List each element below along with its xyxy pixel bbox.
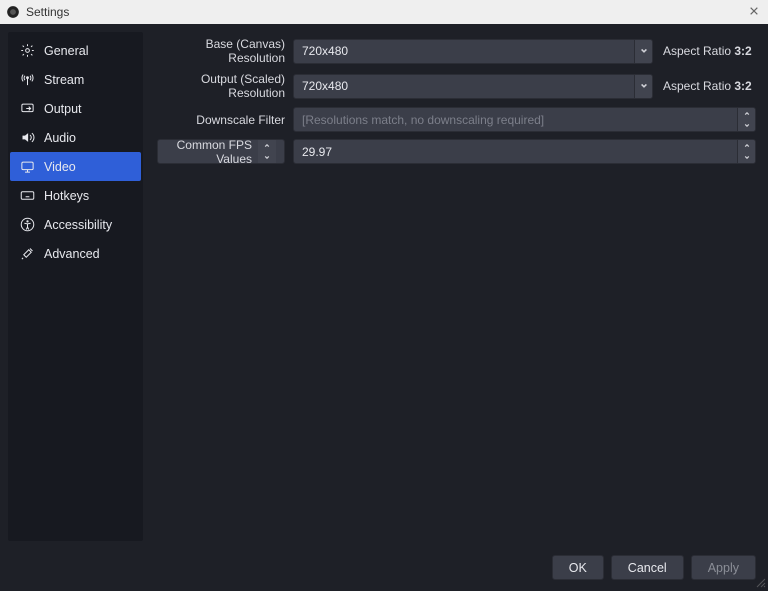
output-resolution-value: 720x480 (294, 79, 634, 93)
fps-value-dropdown[interactable]: 29.97 (293, 139, 756, 164)
base-aspect-ratio: Aspect Ratio 3:2 (661, 44, 756, 58)
downscale-filter-dropdown[interactable]: [Resolutions match, no downscaling requi… (293, 107, 756, 132)
cancel-button[interactable]: Cancel (611, 555, 684, 580)
chevron-up-icon[interactable] (258, 140, 276, 152)
sidebar-item-audio[interactable]: Audio (10, 123, 141, 152)
speaker-icon (20, 130, 35, 145)
video-settings-panel: Base (Canvas) Resolution 720x480 Aspect … (155, 32, 760, 541)
base-resolution-dropdown[interactable]: 720x480 (293, 39, 653, 64)
base-resolution-value: 720x480 (294, 44, 634, 58)
ok-button[interactable]: OK (552, 555, 604, 580)
sidebar-item-label: Audio (44, 131, 76, 145)
chevron-down-icon[interactable] (738, 152, 755, 164)
title-bar: Settings (0, 0, 768, 24)
sidebar-item-general[interactable]: General (10, 36, 141, 65)
chevron-down-icon[interactable] (634, 40, 652, 63)
window-title: Settings (26, 5, 69, 19)
app-icon (6, 5, 20, 19)
sidebar-item-label: Advanced (44, 247, 100, 261)
downscale-filter-value: [Resolutions match, no downscaling requi… (294, 113, 737, 127)
sidebar-item-label: Hotkeys (44, 189, 89, 203)
broadcast-icon (20, 72, 35, 87)
sidebar-item-label: Stream (44, 73, 84, 87)
close-icon[interactable] (746, 5, 762, 19)
chevron-up-icon[interactable] (738, 140, 755, 152)
sidebar-item-label: Accessibility (44, 218, 112, 232)
accessibility-icon (20, 217, 35, 232)
sidebar-item-video[interactable]: Video (10, 152, 141, 181)
dialog-footer: OK Cancel Apply (0, 549, 768, 589)
fps-value: 29.97 (294, 145, 737, 159)
base-resolution-label: Base (Canvas) Resolution (155, 37, 285, 65)
tools-icon (20, 246, 35, 261)
sidebar-item-hotkeys[interactable]: Hotkeys (10, 181, 141, 210)
sidebar-item-label: Output (44, 102, 82, 116)
downscale-filter-label: Downscale Filter (155, 113, 285, 127)
sidebar-item-label: General (44, 44, 88, 58)
sidebar-item-label: Video (44, 160, 76, 174)
keyboard-icon (20, 188, 35, 203)
fps-mode-dropdown[interactable]: Common FPS Values (157, 139, 285, 164)
chevron-down-icon[interactable] (258, 152, 276, 164)
resize-grip[interactable] (756, 577, 766, 587)
spin-buttons[interactable] (737, 108, 755, 131)
display-icon (20, 159, 35, 174)
output-resolution-label: Output (Scaled) Resolution (155, 72, 285, 100)
sidebar-item-stream[interactable]: Stream (10, 65, 141, 94)
settings-sidebar: General Stream Output Audio Video (8, 32, 143, 541)
sidebar-item-advanced[interactable]: Advanced (10, 239, 141, 268)
output-aspect-ratio: Aspect Ratio 3:2 (661, 79, 756, 93)
fps-mode-label: Common FPS Values (166, 138, 252, 166)
apply-button[interactable]: Apply (691, 555, 756, 580)
output-resolution-dropdown[interactable]: 720x480 (293, 74, 653, 99)
sidebar-item-accessibility[interactable]: Accessibility (10, 210, 141, 239)
chevron-up-icon[interactable] (738, 108, 755, 120)
sidebar-item-output[interactable]: Output (10, 94, 141, 123)
gear-icon (20, 43, 35, 58)
chevron-down-icon[interactable] (634, 75, 652, 98)
output-icon (20, 101, 35, 116)
chevron-down-icon[interactable] (738, 120, 755, 132)
spin-buttons[interactable] (737, 140, 755, 163)
spin-buttons[interactable] (258, 140, 276, 163)
